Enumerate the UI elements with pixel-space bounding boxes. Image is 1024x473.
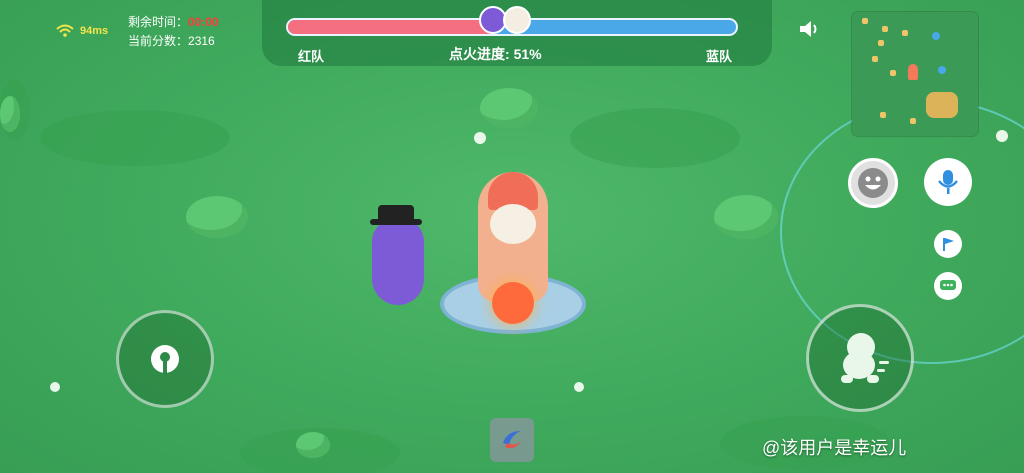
bush [296,432,330,458]
eggplant-character [356,205,440,310]
flower [474,132,486,144]
item-slot[interactable] [490,418,534,462]
speaker-icon[interactable] [798,18,822,40]
flag-icon [943,238,954,251]
minimap-marker [880,112,886,118]
minimap-marker [862,18,868,24]
minimap-base [926,92,958,118]
score-label: 当前分数： [128,34,189,48]
team-avatars [477,6,537,40]
score-row: 当前分数：2316 [128,32,215,49]
movement-joystick[interactable] [116,310,214,408]
mic-icon [938,170,958,194]
wifi-icon [56,24,74,37]
mic-button[interactable] [924,158,972,206]
red-team-fill [288,20,495,34]
minimap-marker [890,70,896,76]
blue-team-label: 蓝队 [706,49,733,64]
run-icon [841,333,889,383]
minimap-marker [872,56,878,62]
ignition-percent: 51% [513,46,542,62]
flag-button[interactable] [934,230,962,258]
bush [186,196,248,238]
grass-patch [40,110,230,166]
minimap-marker [878,40,884,46]
minimap-blue-player [938,66,946,74]
joystick-icon [151,345,179,376]
bush [714,195,778,239]
minimap-rocket [908,64,918,80]
emote-button[interactable] [848,158,898,208]
grass-patch [570,108,740,168]
minimap-blue-player [932,32,940,40]
boomerang-icon [503,431,521,449]
bush [480,88,538,128]
ignition-label: 点火进度: [449,46,510,62]
weibo-watermark: @该用户是幸运儿 [762,438,907,458]
rocket-goat-character [440,170,586,342]
score-value: 2316 [188,34,215,48]
smile-icon [858,168,888,198]
chat-button[interactable] [934,272,962,300]
time-label: 剩余时间： [128,15,189,29]
dash-button[interactable] [806,304,914,412]
ping-value: 94ms [80,25,109,37]
red-team-label: 红队 [298,49,325,64]
time-value: 00:00 [188,15,219,29]
ignition-progress-text: 点火进度: 51% [449,44,542,64]
minimap[interactable] [852,12,978,136]
blue-team-avatar [503,6,531,34]
minimap-marker [902,30,908,36]
flower [574,382,584,392]
bush [0,96,20,132]
game-scene: 94ms 剩余时间：00:00 当前分数：2316 红队 点火进度: 51% 蓝… [0,0,1024,473]
minimap-marker [882,26,888,32]
time-row: 剩余时间：00:00 [128,13,219,30]
minimap-marker [910,118,916,124]
chat-icon [940,280,956,290]
flower [50,382,60,392]
